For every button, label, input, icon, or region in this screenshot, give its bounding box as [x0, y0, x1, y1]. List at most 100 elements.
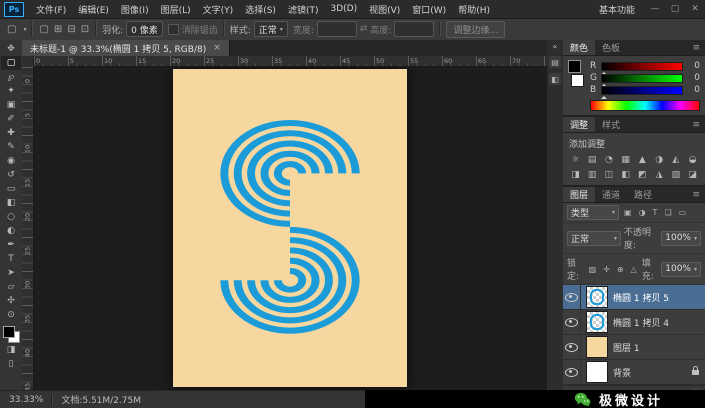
blue-slider[interactable] — [601, 85, 683, 99]
menu-item-window[interactable]: 窗口(W) — [406, 0, 452, 18]
clone-stamp-tool-button[interactable]: ◉ — [1, 154, 21, 168]
filter-shape-layers-icon[interactable]: ❏ — [662, 208, 673, 217]
foreground-background-swatches[interactable] — [2, 326, 20, 343]
quick-selection-tool-button[interactable]: ✦ — [1, 84, 21, 98]
blend-mode-select[interactable]: 正常 ▾ — [567, 230, 621, 246]
zoom-level-field[interactable]: 33.33% — [9, 395, 43, 405]
minimize-button[interactable]: — — [645, 4, 665, 14]
tab-color[interactable]: 颜色 — [563, 40, 596, 55]
adjustment-icon[interactable]: ▤ — [585, 153, 600, 166]
adjustment-icon[interactable]: ◑ — [652, 153, 667, 166]
move-tool-button[interactable]: ✥ — [1, 42, 21, 56]
red-value[interactable]: 0 — [687, 61, 700, 71]
tab-layers[interactable]: 图层 — [563, 187, 596, 202]
width-input[interactable] — [316, 21, 357, 37]
adjustment-icon[interactable]: ☼ — [568, 153, 583, 166]
height-input[interactable] — [394, 21, 435, 37]
menu-item-file[interactable]: 文件(F) — [30, 0, 72, 18]
fill-select[interactable]: 100% ▾ — [661, 261, 701, 277]
filter-adjustment-layers-icon[interactable]: ◑ — [637, 208, 648, 217]
menu-item-type[interactable]: 文字(Y) — [197, 0, 240, 18]
menu-item-view[interactable]: 视图(V) — [363, 0, 406, 18]
layer-row[interactable]: 图层 1 — [563, 335, 705, 360]
layer-thumbnail[interactable] — [586, 286, 608, 308]
type-tool-button[interactable]: T — [1, 252, 21, 266]
foreground-color-swatch[interactable] — [568, 60, 581, 73]
menu-item-edit[interactable]: 编辑(E) — [72, 0, 115, 18]
selection-mode-intersect-icon[interactable]: ⊡ — [80, 24, 90, 35]
collapsed-panel-icon[interactable]: ◧ — [549, 73, 561, 85]
tab-swatches[interactable]: 色板 — [595, 40, 627, 55]
foreground-background-swatches[interactable] — [568, 60, 584, 87]
adjustment-icon[interactable]: ▦ — [618, 153, 633, 166]
zoom-tool-button[interactable]: ⊙ — [1, 308, 21, 322]
green-slider[interactable] — [601, 73, 683, 87]
filter-pixel-layers-icon[interactable]: ▣ — [622, 208, 634, 217]
screen-mode-button[interactable]: ▯ — [1, 357, 21, 371]
crop-tool-button[interactable]: ▣ — [1, 98, 21, 112]
antialias-checkbox[interactable] — [167, 23, 179, 35]
adjustment-icon[interactable]: ▧ — [669, 168, 684, 181]
adjustment-icon[interactable]: ◨ — [568, 168, 583, 181]
adjustment-icon[interactable]: ◒ — [685, 153, 700, 166]
tab-styles[interactable]: 样式 — [595, 117, 627, 132]
selection-mode-add-icon[interactable]: ⊞ — [53, 24, 63, 35]
adjustment-icon[interactable]: ▥ — [585, 168, 600, 181]
adjustment-icon[interactable]: ◩ — [635, 168, 650, 181]
workspace-switcher[interactable]: 基本功能 — [589, 3, 645, 16]
background-color-swatch[interactable] — [571, 74, 584, 87]
lasso-tool-button[interactable]: ℘ — [1, 70, 21, 84]
lock-all-icon[interactable]: △ — [629, 265, 639, 274]
gradient-tool-button[interactable]: ◧ — [1, 196, 21, 210]
style-select[interactable]: 正常 ▾ — [253, 21, 288, 37]
tab-close-icon[interactable]: × — [213, 43, 221, 53]
tab-adjustments[interactable]: 调整 — [563, 117, 596, 132]
adjustment-icon[interactable]: ◭ — [669, 153, 684, 166]
hand-tool-button[interactable]: ✣ — [1, 294, 21, 308]
feather-input[interactable]: 0 像素 — [126, 21, 163, 37]
layer-row[interactable]: 背景 — [563, 360, 705, 385]
dodge-tool-button[interactable]: ◐ — [1, 224, 21, 238]
pen-tool-button[interactable]: ✒ — [1, 238, 21, 252]
close-button[interactable]: ✕ — [685, 4, 705, 14]
layer-thumbnail[interactable] — [586, 336, 608, 358]
layer-thumbnail[interactable] — [586, 311, 608, 333]
maximize-button[interactable]: ▢ — [665, 4, 685, 14]
layer-row[interactable]: 椭圆 1 拷贝 4 — [563, 310, 705, 335]
quick-mask-button[interactable]: ◨ — [1, 343, 21, 357]
blue-value[interactable]: 0 — [687, 85, 700, 95]
panel-menu-icon[interactable]: ≡ — [687, 187, 705, 202]
menu-item-layer[interactable]: 图层(L) — [155, 0, 197, 18]
adjustment-icon[interactable]: ▲ — [635, 153, 650, 166]
green-value[interactable]: 0 — [687, 73, 700, 83]
refine-edge-button[interactable]: 调整边缘… — [446, 20, 506, 38]
brush-tool-button[interactable]: ✎ — [1, 140, 21, 154]
tab-channels[interactable]: 通道 — [595, 187, 627, 202]
foreground-color-swatch[interactable] — [2, 326, 15, 338]
eyedropper-tool-button[interactable]: ✐ — [1, 112, 21, 126]
adjustment-icon[interactable]: ◫ — [602, 168, 617, 181]
panel-menu-icon[interactable]: ≡ — [687, 117, 705, 132]
layer-row[interactable]: 椭圆 1 拷贝 5 — [563, 285, 705, 310]
visibility-eye-icon[interactable] — [565, 367, 578, 377]
menu-item-image[interactable]: 图像(I) — [115, 0, 155, 18]
layer-filter-select[interactable]: 类型 ▾ — [567, 205, 619, 220]
blur-tool-button[interactable]: ○ — [1, 210, 21, 224]
eraser-tool-button[interactable]: ▭ — [1, 182, 21, 196]
filter-type-layers-icon[interactable]: T — [651, 208, 660, 217]
menu-item-select[interactable]: 选择(S) — [239, 0, 282, 18]
filter-smart-object-icon[interactable]: ▭ — [677, 208, 689, 217]
selection-mode-new-icon[interactable]: ▢ — [38, 24, 49, 35]
tab-paths[interactable]: 路径 — [627, 187, 659, 202]
menu-item-3d[interactable]: 3D(D) — [324, 0, 363, 18]
visibility-eye-icon[interactable] — [565, 342, 578, 352]
lock-transparent-pixels-icon[interactable]: ▨ — [587, 265, 599, 274]
healing-brush-tool-button[interactable]: ✚ — [1, 126, 21, 140]
canvas-area[interactable] — [33, 67, 547, 390]
document-tab[interactable]: 未标题-1 @ 33.3%(椭圆 1 拷贝 5, RGB/8) × — [22, 40, 230, 56]
adjustment-icon[interactable]: ◮ — [652, 168, 667, 181]
marquee-tool-button[interactable]: ▢ — [1, 56, 21, 70]
menu-item-filter[interactable]: 滤镜(T) — [282, 0, 325, 18]
shape-tool-button[interactable]: ▱ — [1, 280, 21, 294]
opacity-select[interactable]: 100% ▾ — [661, 230, 701, 246]
